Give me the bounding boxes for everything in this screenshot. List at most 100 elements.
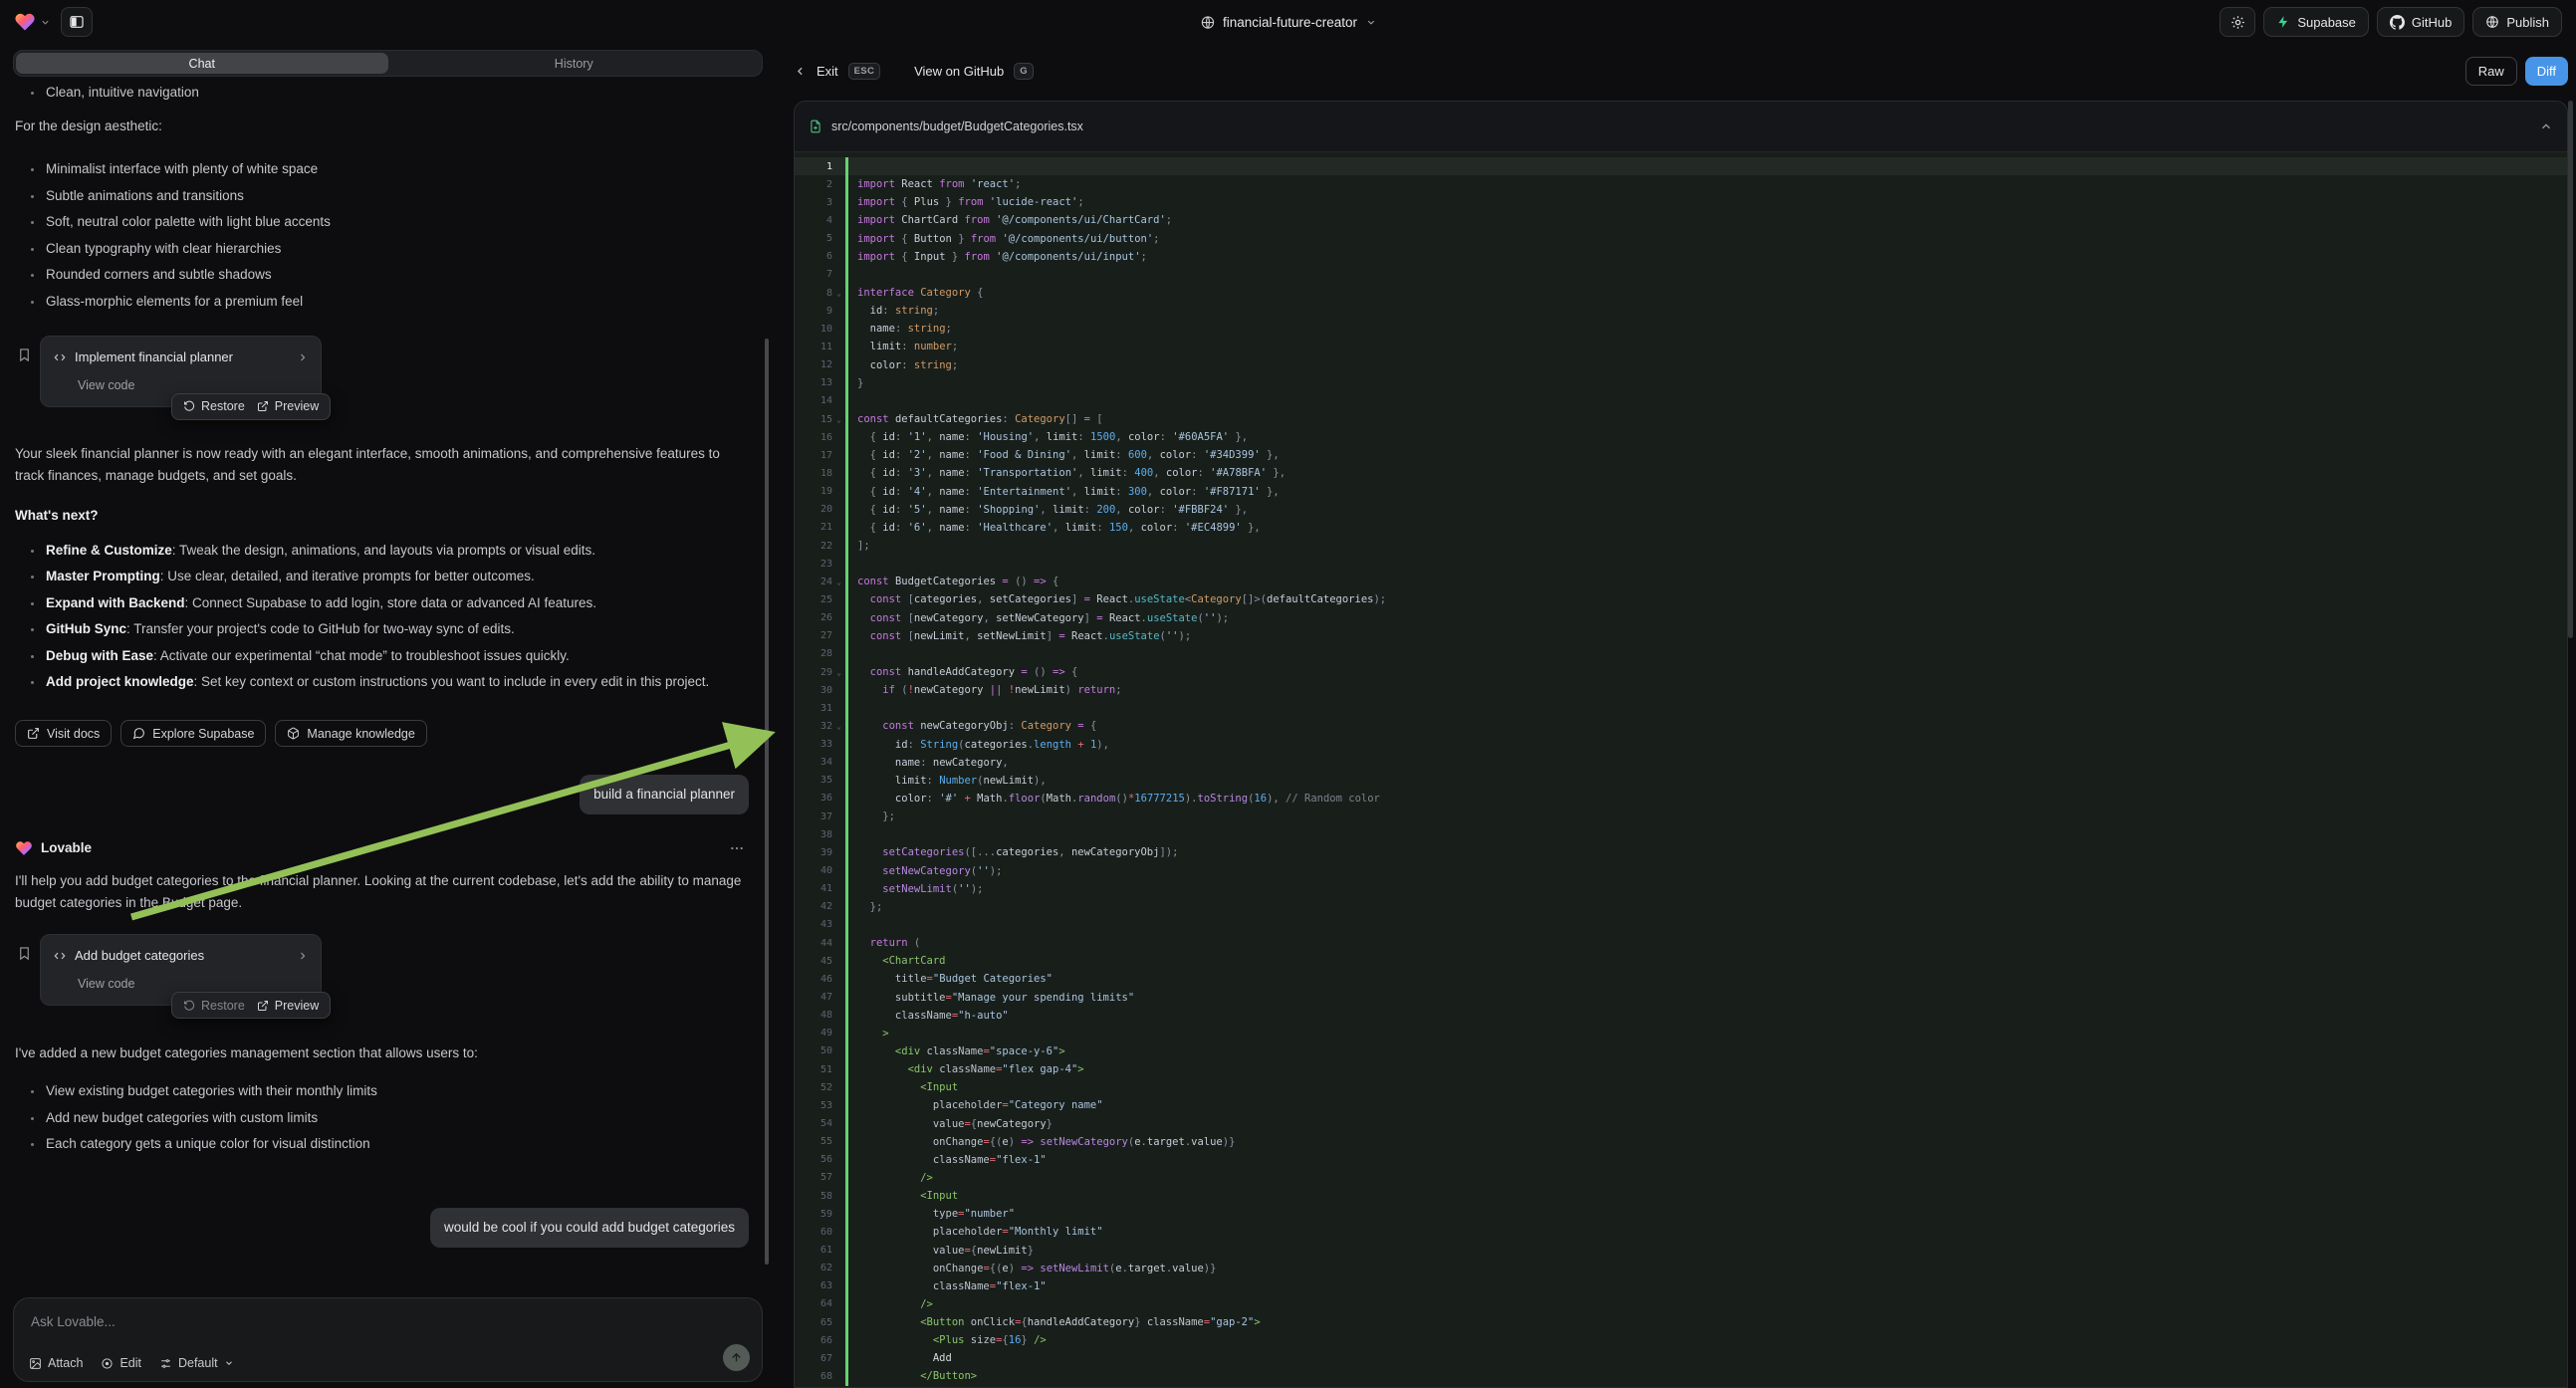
diff-added-bar bbox=[845, 193, 848, 211]
bookmark-icon[interactable] bbox=[17, 946, 32, 961]
fold-chevron-icon[interactable]: ⌄ bbox=[832, 289, 845, 298]
diff-added-bar bbox=[845, 248, 848, 266]
fold-chevron-icon[interactable]: ⌄ bbox=[832, 415, 845, 424]
list-item: View existing budget categories with the… bbox=[15, 1080, 749, 1102]
raw-toggle-button[interactable]: Raw bbox=[2465, 57, 2517, 86]
code-line: 44 return ( bbox=[795, 934, 2567, 952]
restore-icon bbox=[183, 1000, 195, 1012]
chat-input-placeholder: Ask Lovable... bbox=[31, 1314, 116, 1329]
version-card-add-budget-categories[interactable]: Add budget categories View code Restore … bbox=[40, 934, 322, 1006]
send-button[interactable] bbox=[723, 1344, 750, 1371]
chevron-down-icon bbox=[1365, 17, 1376, 28]
settings-button[interactable] bbox=[2220, 7, 2255, 37]
diff-added-bar bbox=[845, 1367, 848, 1385]
line-number: 61 bbox=[795, 1245, 832, 1256]
code-scrollbar[interactable] bbox=[2568, 101, 2573, 638]
code-line: 52 <Input bbox=[795, 1078, 2567, 1096]
bookmark-icon[interactable] bbox=[17, 347, 32, 362]
line-number: 39 bbox=[795, 847, 832, 858]
tab-history[interactable]: History bbox=[388, 53, 761, 74]
code-line: 16 { id: '1', name: 'Housing', limit: 15… bbox=[795, 428, 2567, 446]
line-number: 46 bbox=[795, 974, 832, 985]
line-number: 68 bbox=[795, 1371, 832, 1382]
chat-input-box[interactable]: Ask Lovable... Attach Edit Default bbox=[13, 1297, 763, 1382]
visit-docs-button[interactable]: Visit docs bbox=[15, 720, 112, 747]
line-number: 57 bbox=[795, 1172, 832, 1183]
diff-added-bar bbox=[845, 916, 848, 934]
code-line: 23 bbox=[795, 555, 2567, 573]
diff-added-bar bbox=[845, 302, 848, 320]
target-icon bbox=[101, 1357, 114, 1370]
restore-button[interactable]: Restore bbox=[183, 995, 245, 1017]
diff-added-bar bbox=[845, 573, 848, 590]
diff-added-bar bbox=[845, 175, 848, 193]
code-line: 11 limit: number; bbox=[795, 338, 2567, 355]
fold-chevron-icon[interactable]: ⌄ bbox=[832, 668, 845, 677]
diff-added-bar bbox=[845, 880, 848, 898]
tab-chat[interactable]: Chat bbox=[16, 53, 388, 74]
attach-button[interactable]: Attach bbox=[29, 1356, 83, 1370]
line-number: 63 bbox=[795, 1280, 832, 1291]
sidebar-toggle-button[interactable] bbox=[61, 7, 93, 37]
line-number: 12 bbox=[795, 359, 832, 370]
code-line: 15⌄const defaultCategories: Category[] =… bbox=[795, 410, 2567, 428]
line-number: 6 bbox=[795, 251, 832, 262]
restore-button[interactable]: Restore bbox=[183, 395, 245, 417]
diff-toggle-button[interactable]: Diff bbox=[2525, 57, 2568, 86]
line-number: 40 bbox=[795, 865, 832, 876]
line-number: 65 bbox=[795, 1317, 832, 1328]
code-line: 37 }; bbox=[795, 808, 2567, 825]
diff-added-bar bbox=[845, 952, 848, 970]
line-number: 58 bbox=[795, 1191, 832, 1202]
line-number: 66 bbox=[795, 1335, 832, 1346]
diff-added-bar bbox=[845, 1223, 848, 1241]
mode-selector[interactable]: Default bbox=[159, 1356, 234, 1370]
line-number: 3 bbox=[795, 197, 832, 208]
edit-button[interactable]: Edit bbox=[101, 1356, 141, 1370]
diff-added-bar bbox=[845, 338, 848, 355]
manage-knowledge-button[interactable]: Manage knowledge bbox=[275, 720, 426, 747]
list-item: Clean, intuitive navigation bbox=[15, 82, 749, 104]
code-line: 42 }; bbox=[795, 898, 2567, 916]
version-card-implement-financial-planner[interactable]: Implement financial planner View code Re… bbox=[40, 336, 322, 407]
chat-scroll-area[interactable]: Clean, intuitive navigation For the desi… bbox=[13, 77, 763, 1297]
line-number: 35 bbox=[795, 775, 832, 786]
preview-button[interactable]: Preview bbox=[257, 995, 319, 1017]
preview-button[interactable]: Preview bbox=[257, 395, 319, 417]
chevron-up-icon[interactable] bbox=[2539, 119, 2553, 133]
github-button[interactable]: GitHub bbox=[2377, 7, 2464, 37]
line-number: 60 bbox=[795, 1227, 832, 1238]
list-item: Each category gets a unique color for vi… bbox=[15, 1133, 749, 1155]
publish-button[interactable]: Publish bbox=[2472, 7, 2562, 37]
chevron-left-icon[interactable] bbox=[794, 65, 807, 78]
view-on-github-button[interactable]: View on GitHub bbox=[914, 64, 1004, 79]
code-line: 51 <div className="flex gap-4"> bbox=[795, 1060, 2567, 1078]
line-number: 48 bbox=[795, 1010, 832, 1021]
more-options-icon[interactable] bbox=[729, 840, 745, 856]
code-line: 29⌄ const handleAddCategory = () => { bbox=[795, 663, 2567, 681]
diff-added-bar bbox=[845, 1260, 848, 1277]
supabase-button[interactable]: Supabase bbox=[2263, 7, 2369, 37]
chat-history-tabs: Chat History bbox=[13, 50, 763, 77]
code-editor[interactable]: 12import React from 'react';3import { Pl… bbox=[795, 152, 2567, 1386]
fold-chevron-icon[interactable]: ⌄ bbox=[832, 578, 845, 586]
line-number: 29 bbox=[795, 667, 832, 678]
line-number: 62 bbox=[795, 1263, 832, 1273]
project-selector[interactable]: financial-future-creator bbox=[1200, 15, 1376, 30]
line-number: 27 bbox=[795, 630, 832, 641]
code-line: 20 { id: '5', name: 'Shopping', limit: 2… bbox=[795, 501, 2567, 519]
sliders-icon bbox=[159, 1357, 172, 1370]
diff-added-bar bbox=[845, 988, 848, 1006]
lovable-logo-menu[interactable] bbox=[14, 11, 51, 33]
chat-scrollbar[interactable] bbox=[765, 339, 769, 1265]
file-header[interactable]: src/components/budget/BudgetCategories.t… bbox=[795, 102, 2567, 152]
line-number: 9 bbox=[795, 306, 832, 317]
line-number: 22 bbox=[795, 541, 832, 552]
diff-added-bar bbox=[845, 1060, 848, 1078]
explore-supabase-button[interactable]: Explore Supabase bbox=[120, 720, 266, 747]
line-number: 67 bbox=[795, 1353, 832, 1364]
fold-chevron-icon[interactable]: ⌄ bbox=[832, 722, 845, 731]
exit-button[interactable]: Exit bbox=[817, 64, 838, 79]
code-line: 26 const [newCategory, setNewCategory] =… bbox=[795, 609, 2567, 627]
lovable-heart-icon bbox=[14, 11, 36, 33]
